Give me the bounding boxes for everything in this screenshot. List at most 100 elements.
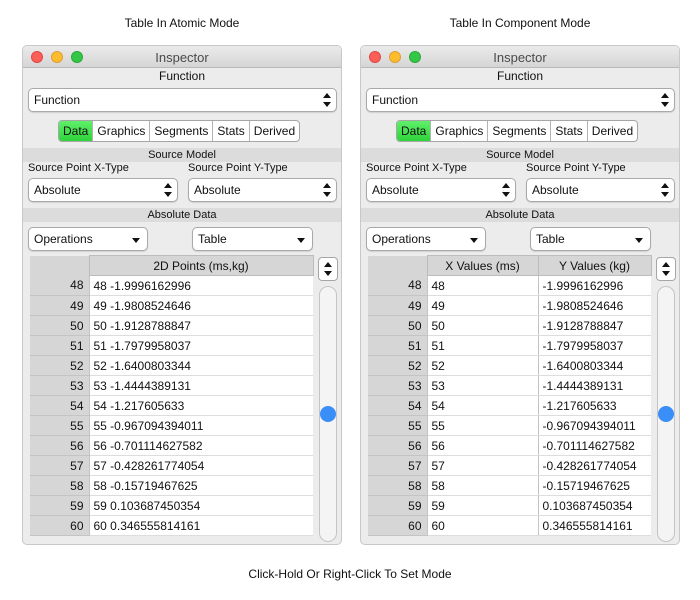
y-value-cell[interactable]: 0.346555814161: [537, 515, 651, 536]
x-value-cell[interactable]: 50: [426, 315, 538, 336]
y-values-column-header[interactable]: Y Values (kg): [537, 255, 652, 276]
tab-derived[interactable]: Derived: [248, 121, 299, 141]
view-mode-select[interactable]: Table: [530, 227, 651, 251]
y-value-cell[interactable]: -0.701114627582: [537, 435, 651, 456]
table-row[interactable]: 58 58 -0.15719467625: [368, 475, 651, 496]
table-row[interactable]: 52 52 -1.6400803344: [368, 355, 651, 376]
y-value-cell[interactable]: -1.6400803344: [537, 355, 651, 376]
slider-knob[interactable]: [658, 406, 674, 422]
tab-data[interactable]: Data: [59, 121, 93, 141]
tab-segments[interactable]: Segments: [487, 121, 550, 141]
y-value-cell[interactable]: -0.428261774054: [537, 455, 651, 476]
point-cell[interactable]: 60 0.346555814161: [88, 515, 313, 536]
tab-derived[interactable]: Derived: [586, 121, 637, 141]
x-value-cell[interactable]: 56: [426, 435, 538, 456]
y-value-cell[interactable]: -1.217605633: [537, 395, 651, 416]
point-cell[interactable]: 52 -1.6400803344: [88, 355, 313, 376]
tab-segments[interactable]: Segments: [149, 121, 212, 141]
tab-graphics[interactable]: Graphics: [430, 121, 487, 141]
table-row[interactable]: 51 51 -1.7979958037: [368, 335, 651, 356]
y-value-cell[interactable]: -0.15719467625: [537, 475, 651, 496]
y-value-cell[interactable]: -0.967094394011: [537, 415, 651, 436]
x-value-cell[interactable]: 49: [426, 295, 538, 316]
x-value-cell[interactable]: 54: [426, 395, 538, 416]
table-row[interactable]: 54 54 -1.217605633: [368, 395, 651, 416]
table-row[interactable]: 56 56 -0.701114627582: [30, 435, 313, 456]
function-select[interactable]: Function: [28, 88, 337, 112]
operations-menu[interactable]: Operations: [28, 227, 148, 251]
y-type-select[interactable]: Absolute: [526, 178, 675, 202]
table-row[interactable]: 49 49 -1.9808524646: [368, 295, 651, 316]
table-scroll-slider[interactable]: [319, 286, 337, 542]
point-cell[interactable]: 48 -1.9996162996: [88, 275, 313, 296]
table-row[interactable]: 55 55 -0.967094394011: [30, 415, 313, 436]
point-cell[interactable]: 49 -1.9808524646: [88, 295, 313, 316]
x-value-cell[interactable]: 60: [426, 515, 538, 536]
point-cell[interactable]: 59 0.103687450354: [88, 495, 313, 516]
y-value-cell[interactable]: -1.9128788847: [537, 315, 651, 336]
x-value-cell[interactable]: 53: [426, 375, 538, 396]
title-bar[interactable]: Inspector: [361, 46, 679, 68]
table-row[interactable]: 49 49 -1.9808524646: [30, 295, 313, 316]
x-value-cell[interactable]: 57: [426, 455, 538, 476]
y-type-select[interactable]: Absolute: [188, 178, 337, 202]
points-column-header[interactable]: 2D Points (ms,kg): [88, 255, 314, 276]
y-value-cell[interactable]: -1.7979958037: [537, 335, 651, 356]
operations-menu[interactable]: Operations: [366, 227, 486, 251]
row-number: 49: [30, 295, 89, 316]
x-value-cell[interactable]: 55: [426, 415, 538, 436]
tab-stats[interactable]: Stats: [550, 121, 586, 141]
table-row[interactable]: 51 51 -1.7979958037: [30, 335, 313, 356]
table-row[interactable]: 60 60 0.346555814161: [30, 515, 313, 536]
table-row[interactable]: 55 55 -0.967094394011: [368, 415, 651, 436]
table-row[interactable]: 48 48 -1.9996162996: [30, 275, 313, 296]
table-scroll-slider[interactable]: [657, 286, 675, 542]
x-value-cell[interactable]: 48: [426, 275, 538, 296]
table-row[interactable]: 57 57 -0.428261774054: [368, 455, 651, 476]
point-cell[interactable]: 55 -0.967094394011: [88, 415, 313, 436]
slider-knob[interactable]: [320, 406, 336, 422]
x-value-cell[interactable]: 51: [426, 335, 538, 356]
table-mode-stepper[interactable]: [318, 257, 338, 281]
y-type-label: Source Point Y-Type: [188, 162, 288, 174]
table-row[interactable]: 59 59 0.103687450354: [30, 495, 313, 516]
table-row[interactable]: 48 48 -1.9996162996: [368, 275, 651, 296]
point-cell[interactable]: 56 -0.701114627582: [88, 435, 313, 456]
table-row[interactable]: 60 60 0.346555814161: [368, 515, 651, 536]
function-select[interactable]: Function: [366, 88, 675, 112]
table-row[interactable]: 53 53 -1.4444389131: [30, 375, 313, 396]
chevron-up-down-icon: [323, 183, 331, 197]
view-mode-select[interactable]: Table: [192, 227, 313, 251]
table-row[interactable]: 59 59 0.103687450354: [368, 495, 651, 516]
y-value-cell[interactable]: 0.103687450354: [537, 495, 651, 516]
point-cell[interactable]: 50 -1.9128788847: [88, 315, 313, 336]
table-row[interactable]: 50 50 -1.9128788847: [30, 315, 313, 336]
y-value-cell[interactable]: -1.9996162996: [537, 275, 651, 296]
point-cell[interactable]: 51 -1.7979958037: [88, 335, 313, 356]
row-number-header: [368, 255, 427, 276]
table-row[interactable]: 52 52 -1.6400803344: [30, 355, 313, 376]
point-cell[interactable]: 53 -1.4444389131: [88, 375, 313, 396]
point-cell[interactable]: 57 -0.428261774054: [88, 455, 313, 476]
x-value-cell[interactable]: 58: [426, 475, 538, 496]
table-mode-stepper[interactable]: [656, 257, 676, 281]
table-row[interactable]: 56 56 -0.701114627582: [368, 435, 651, 456]
y-value-cell[interactable]: -1.4444389131: [537, 375, 651, 396]
title-bar[interactable]: Inspector: [23, 46, 341, 68]
x-values-column-header[interactable]: X Values (ms): [426, 255, 539, 276]
y-value-cell[interactable]: -1.9808524646: [537, 295, 651, 316]
tab-data[interactable]: Data: [397, 121, 431, 141]
table-row[interactable]: 58 58 -0.15719467625: [30, 475, 313, 496]
x-type-select[interactable]: Absolute: [28, 178, 178, 202]
x-value-cell[interactable]: 52: [426, 355, 538, 376]
tab-graphics[interactable]: Graphics: [92, 121, 149, 141]
table-row[interactable]: 57 57 -0.428261774054: [30, 455, 313, 476]
x-value-cell[interactable]: 59: [426, 495, 538, 516]
point-cell[interactable]: 58 -0.15719467625: [88, 475, 313, 496]
table-row[interactable]: 54 54 -1.217605633: [30, 395, 313, 416]
x-type-select[interactable]: Absolute: [366, 178, 516, 202]
tab-stats[interactable]: Stats: [212, 121, 248, 141]
point-cell[interactable]: 54 -1.217605633: [88, 395, 313, 416]
table-row[interactable]: 53 53 -1.4444389131: [368, 375, 651, 396]
table-row[interactable]: 50 50 -1.9128788847: [368, 315, 651, 336]
